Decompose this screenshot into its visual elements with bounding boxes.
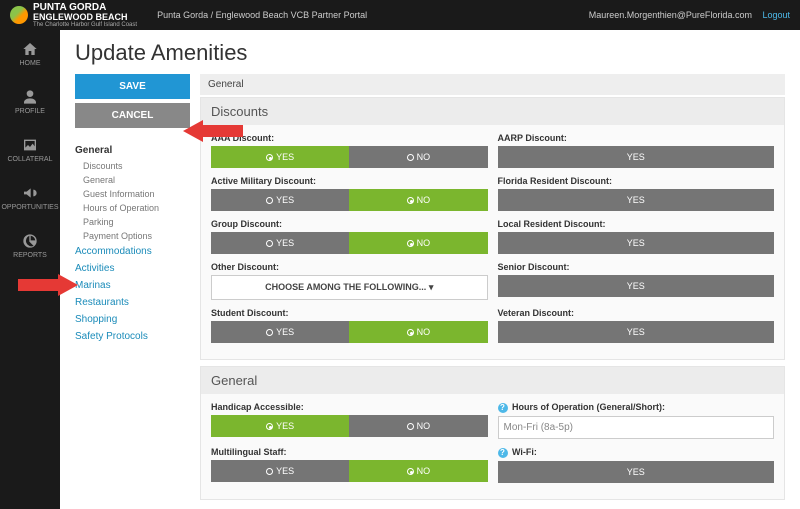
field: Group Discount: YESNO	[211, 219, 488, 254]
yes-no-toggle[interactable]: YESNO	[211, 146, 488, 168]
panel-header: General	[201, 367, 784, 394]
field-label: Other Discount:	[211, 262, 488, 272]
portal-title: Punta Gorda / Englewood Beach VCB Partne…	[157, 10, 367, 21]
chevron-down-icon: ▾	[429, 282, 434, 292]
brand-line-2: ENGLEWOOD BEACH	[33, 13, 137, 22]
field: Senior Discount: YES	[498, 262, 775, 300]
save-button[interactable]: SAVE	[75, 74, 190, 99]
option-yes[interactable]: YES	[211, 189, 349, 211]
nav-group-general[interactable]: General	[75, 142, 190, 159]
logo-icon	[10, 6, 28, 24]
option-yes[interactable]: YES	[498, 189, 775, 211]
text-input[interactable]	[498, 416, 775, 439]
option-yes[interactable]: YES	[498, 146, 775, 168]
field: Handicap Accessible: YESNO	[211, 402, 488, 439]
nav-sub-parking[interactable]: Parking	[75, 215, 190, 229]
brand-line-1: PUNTA GORDA	[33, 3, 137, 13]
field-label: Student Discount:	[211, 308, 488, 318]
rail-home[interactable]: HOME	[0, 30, 60, 78]
option-no[interactable]: NO	[349, 415, 487, 437]
brand-tagline: The Charlotte Harbor Gulf Island Coast	[33, 22, 137, 28]
rail-profile[interactable]: PROFILE	[0, 78, 60, 126]
nav-link-shopping[interactable]: Shopping	[75, 311, 190, 328]
panel-header: Discounts	[201, 98, 784, 125]
field: Multilingual Staff: YESNO	[211, 447, 488, 483]
sidebar: SAVE CANCEL General DiscountsGeneralGues…	[75, 74, 190, 506]
field: AARP Discount: YES	[498, 133, 775, 168]
panel-discounts: DiscountsAAA Discount:YESNOAARP Discount…	[200, 97, 785, 360]
nav-sub-discounts[interactable]: Discounts	[75, 159, 190, 173]
cancel-button[interactable]: CANCEL	[75, 103, 190, 128]
option-yes[interactable]: YES	[211, 146, 349, 168]
panel-general: GeneralHandicap Accessible:YESNO? Hours …	[200, 366, 785, 500]
field-label: Veteran Discount:	[498, 308, 775, 318]
choose-dropdown[interactable]: CHOOSE AMONG THE FOLLOWING... ▾	[211, 275, 488, 300]
field-label: AARP Discount:	[498, 133, 775, 143]
field: Florida Resident Discount: YES	[498, 176, 775, 211]
user-area: Maureen.Morgenthien@PureFlorida.com Logo…	[589, 10, 790, 20]
field: Active Military Discount: YESNO	[211, 176, 488, 211]
field-label: ? Hours of Operation (General/Short):	[498, 402, 775, 413]
yes-no-toggle[interactable]: YESNO	[211, 189, 488, 211]
logout-link[interactable]: Logout	[762, 10, 790, 20]
nav-link-restaurants[interactable]: Restaurants	[75, 294, 190, 311]
rail-collateral[interactable]: COLLATERAL	[0, 126, 60, 174]
field: Other Discount: CHOOSE AMONG THE FOLLOWIN…	[211, 262, 488, 300]
nav-link-activities[interactable]: Activities	[75, 260, 190, 277]
breadcrumb: General	[200, 74, 785, 95]
main-content: General DiscountsAAA Discount:YESNOAARP …	[200, 74, 785, 506]
nav-sub-guest-information[interactable]: Guest Information	[75, 187, 190, 201]
yes-no-toggle[interactable]: YESNO	[211, 232, 488, 254]
field-label: Handicap Accessible:	[211, 402, 488, 412]
page-title: Update Amenities	[75, 40, 785, 66]
nav-sub-general[interactable]: General	[75, 173, 190, 187]
option-no[interactable]: NO	[349, 232, 487, 254]
logo: PUNTA GORDA ENGLEWOOD BEACH The Charlott…	[10, 3, 137, 28]
nav-link-accommodations[interactable]: Accommodations	[75, 243, 190, 260]
field: ? Hours of Operation (General/Short):	[498, 402, 775, 439]
option-no[interactable]: NO	[349, 146, 487, 168]
nav-sub-payment-options[interactable]: Payment Options	[75, 229, 190, 243]
field: Veteran Discount: YES	[498, 308, 775, 343]
option-yes[interactable]: YES	[498, 232, 775, 254]
option-yes[interactable]: YES	[211, 232, 349, 254]
help-icon[interactable]: ?	[498, 448, 508, 458]
field-label: Senior Discount:	[498, 262, 775, 272]
field: AAA Discount: YESNO	[211, 133, 488, 168]
rail-opportunities[interactable]: OPPORTUNITIES	[0, 174, 60, 222]
field-label: Florida Resident Discount:	[498, 176, 775, 186]
top-bar: PUNTA GORDA ENGLEWOOD BEACH The Charlott…	[0, 0, 800, 30]
left-rail: HOMEPROFILECOLLATERALOPPORTUNITIESREPORT…	[0, 30, 60, 509]
help-icon[interactable]: ?	[498, 403, 508, 413]
nav-link-marinas[interactable]: Marinas	[75, 277, 190, 294]
field: Student Discount: YESNO	[211, 308, 488, 343]
field: Local Resident Discount: YES	[498, 219, 775, 254]
option-yes[interactable]: YES	[211, 321, 349, 343]
yes-no-toggle[interactable]: YESNO	[211, 321, 488, 343]
option-yes[interactable]: YES	[498, 461, 775, 483]
field-label: Active Military Discount:	[211, 176, 488, 186]
option-yes[interactable]: YES	[211, 415, 349, 437]
category-nav: General DiscountsGeneralGuest Informatio…	[75, 142, 190, 345]
field-label: AAA Discount:	[211, 133, 488, 143]
rail-reports[interactable]: REPORTS	[0, 222, 60, 270]
yes-no-toggle[interactable]: YESNO	[211, 460, 488, 482]
field-label: Group Discount:	[211, 219, 488, 229]
option-yes[interactable]: YES	[498, 275, 775, 297]
field-label: Multilingual Staff:	[211, 447, 488, 457]
option-yes[interactable]: YES	[498, 321, 775, 343]
nav-link-safety-protocols[interactable]: Safety Protocols	[75, 328, 190, 345]
option-no[interactable]: NO	[349, 460, 487, 482]
field: ? Wi-Fi: YES	[498, 447, 775, 483]
nav-sub-hours-of-operation[interactable]: Hours of Operation	[75, 201, 190, 215]
option-yes[interactable]: YES	[211, 460, 349, 482]
option-no[interactable]: NO	[349, 189, 487, 211]
user-email: Maureen.Morgenthien@PureFlorida.com	[589, 10, 752, 20]
option-no[interactable]: NO	[349, 321, 487, 343]
yes-no-toggle[interactable]: YESNO	[211, 415, 488, 437]
field-label: Local Resident Discount:	[498, 219, 775, 229]
field-label: ? Wi-Fi:	[498, 447, 775, 458]
